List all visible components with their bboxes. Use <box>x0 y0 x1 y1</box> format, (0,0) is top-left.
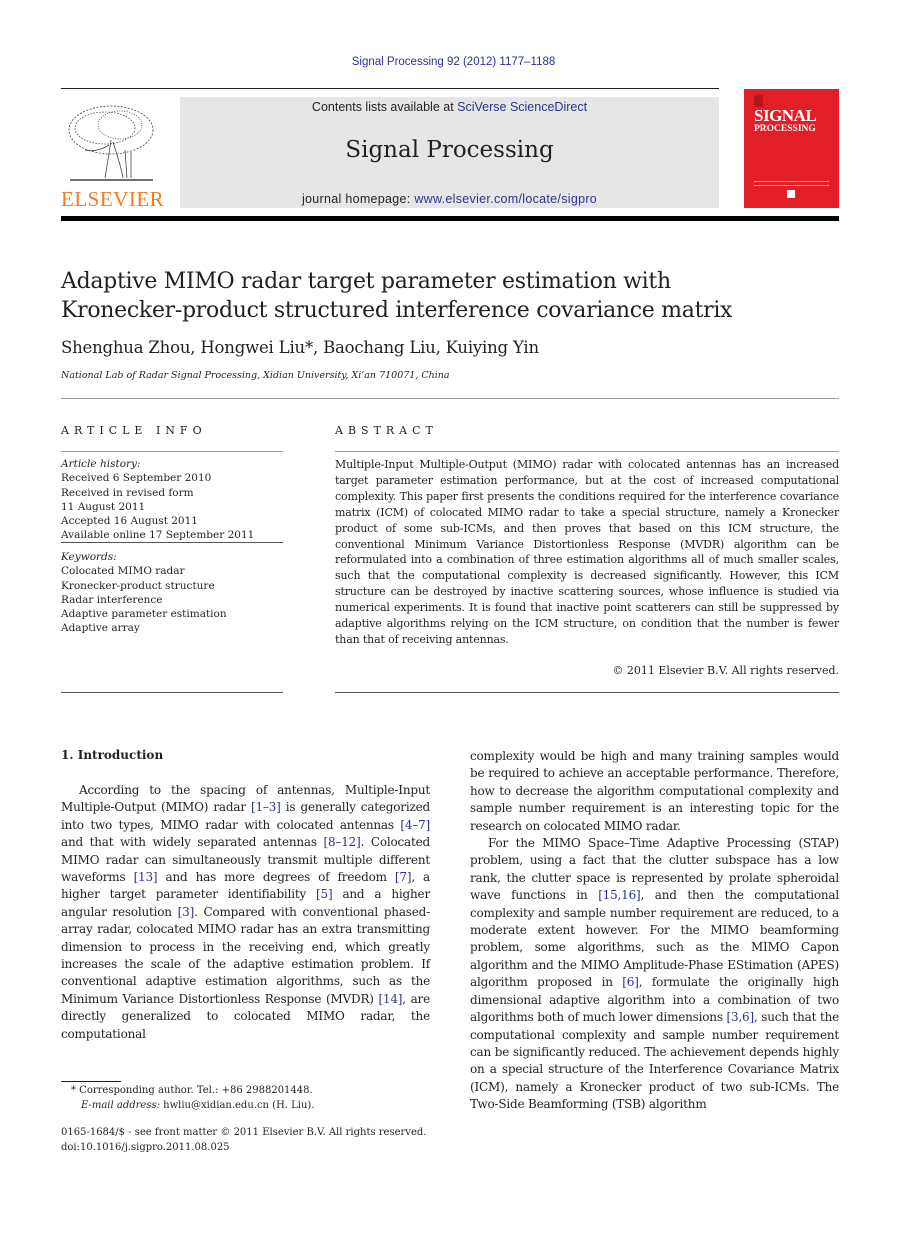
keyword-item: Colocated MIMO radar <box>61 565 185 578</box>
section-heading-introduction: 1. Introduction <box>61 748 164 762</box>
cover-title-line1: SIGNAL <box>754 106 817 125</box>
body-text: , such that the computational complexity… <box>470 1010 840 1112</box>
elsevier-tree-icon <box>65 100 157 185</box>
title-line-1: Adaptive MIMO radar target parameter est… <box>61 269 671 294</box>
journal-citation[interactable]: Signal Processing 92 (2012) 1177–1188 <box>0 56 907 68</box>
sciencedirect-link[interactable]: SciVerse ScienceDirect <box>457 100 587 114</box>
intro-paragraph-2: For the MIMO Space–Time Adaptive Process… <box>470 835 839 1114</box>
article-info-rule <box>61 451 283 452</box>
journal-cover-thumbnail[interactable]: SIGNAL PROCESSING <box>744 89 839 208</box>
contents-availability: Contents lists available at SciVerse Sci… <box>180 100 719 114</box>
article-history: Article history: Received 6 September 20… <box>61 457 283 543</box>
contents-prefix: Contents lists available at <box>311 100 458 114</box>
keyword-item: Radar interference <box>61 593 163 606</box>
reference-link[interactable]: [14] <box>378 992 402 1006</box>
abstract-rule <box>335 451 839 452</box>
homepage-link[interactable]: www.elsevier.com/locate/sigpro <box>414 192 597 206</box>
citation-link[interactable]: Signal Processing 92 (2012) 1177–1188 <box>352 56 556 68</box>
body-text: and has more degrees of freedom <box>157 870 395 885</box>
keyword-item: Kronecker-product structure <box>61 579 215 592</box>
journal-banner: Contents lists available at SciVerse Sci… <box>180 97 719 208</box>
history-item: 11 August 2011 <box>61 500 146 513</box>
abstract-text: Multiple-Input Multiple-Output (MIMO) ra… <box>335 458 839 646</box>
affiliation: National Lab of Radar Signal Processing,… <box>61 370 450 381</box>
history-label: Article history: <box>61 458 141 470</box>
cover-badge-icon <box>787 190 795 198</box>
keyword-item: Adaptive parameter estimation <box>61 608 227 621</box>
reference-link[interactable]: [1–3] <box>251 800 281 814</box>
intro-paragraph-continued: complexity would be high and many traini… <box>470 749 839 833</box>
abstract-heading: ABSTRACT <box>335 424 438 437</box>
intro-right-column: complexity would be high and many traini… <box>470 748 839 1114</box>
reference-link[interactable]: [4–7] <box>400 818 430 832</box>
reference-link[interactable]: [13] <box>134 870 158 884</box>
reference-link[interactable]: [3] <box>178 905 195 919</box>
history-item: Accepted 16 August 2011 <box>61 515 198 528</box>
corresponding-author: * Corresponding author. Tel.: +86 298820… <box>71 1085 313 1096</box>
cover-divider <box>754 185 829 186</box>
homepage-prefix: journal homepage: <box>301 192 415 206</box>
history-item: Available online 17 September 2011 <box>61 529 255 542</box>
cover-title-line2: PROCESSING <box>754 124 816 134</box>
intro-paragraph-1: According to the spacing of antennas, Mu… <box>61 782 430 1043</box>
front-matter-footnote: 0165-1684/$ - see front matter © 2011 El… <box>61 1125 441 1155</box>
author-list: Shenghua Zhou, Hongwei Liu*, Baochang Li… <box>61 338 539 357</box>
email-line: E-mail address: hwliu@xidian.edu.cn (H. … <box>71 1098 441 1113</box>
intro-left-column: According to the spacing of antennas, Mu… <box>61 782 430 1043</box>
doi-text[interactable]: doi:10.1016/j.sigpro.2011.08.025 <box>61 1140 441 1155</box>
keyword-item: Adaptive array <box>61 622 140 635</box>
history-item: Received in revised form <box>61 486 194 499</box>
reference-link[interactable]: [6] <box>622 975 639 989</box>
affiliation-rule <box>61 398 839 399</box>
article-info-bottom-rule <box>61 692 283 693</box>
keywords: Keywords: Colocated MIMO radar Kronecker… <box>61 550 283 636</box>
header-thick-rule <box>61 216 839 221</box>
cover-divider <box>754 181 829 182</box>
reference-link[interactable]: [15,16] <box>598 888 641 902</box>
email-value[interactable]: hwliu@xidian.edu.cn (H. Liu). <box>160 1100 314 1111</box>
journal-homepage: journal homepage: www.elsevier.com/locat… <box>180 192 719 206</box>
reference-link[interactable]: [3,6] <box>727 1010 755 1024</box>
history-item: Received 6 September 2010 <box>61 472 212 485</box>
keywords-label: Keywords: <box>61 551 117 563</box>
elsevier-wordmark: ELSEVIER <box>61 187 165 211</box>
reference-link[interactable]: [5] <box>316 887 333 901</box>
title-line-2: Kronecker-product structured interferenc… <box>61 298 733 323</box>
journal-title: Signal Processing <box>345 137 554 163</box>
front-matter-text: 0165-1684/$ - see front matter © 2011 El… <box>61 1127 427 1138</box>
article-title: Adaptive MIMO radar target parameter est… <box>61 267 841 325</box>
footnote-rule <box>61 1081 121 1082</box>
abstract-bottom-rule <box>335 692 839 693</box>
reference-link[interactable]: [8–12] <box>324 835 361 849</box>
history-rule <box>61 542 283 543</box>
header-top-rule <box>61 88 719 89</box>
reference-link[interactable]: [7] <box>395 870 412 884</box>
abstract-copyright: © 2011 Elsevier B.V. All rights reserved… <box>612 664 839 677</box>
email-label: E-mail address: <box>81 1100 160 1111</box>
corresponding-author-footnote: * Corresponding author. Tel.: +86 298820… <box>61 1083 441 1113</box>
body-text: and that with widely separated antennas <box>61 835 324 850</box>
body-text: . Compared with conventional phased-arra… <box>61 904 430 1006</box>
article-info-heading: ARTICLE INFO <box>61 424 207 437</box>
elsevier-logo[interactable]: ELSEVIER <box>61 95 165 211</box>
